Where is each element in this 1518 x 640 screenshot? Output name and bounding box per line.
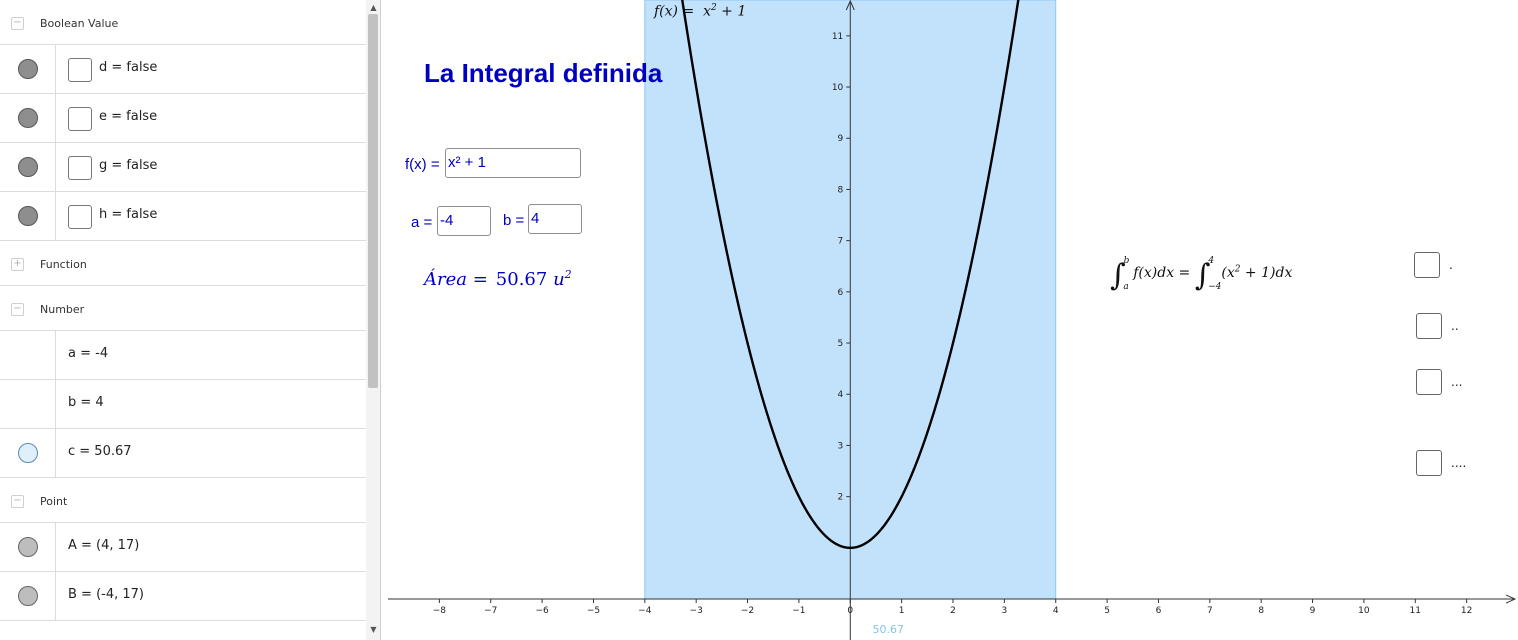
graphics-view[interactable]: −8 −7 −6 −5 −4 −3 −2 −1 0 1 2 3 4 5 6 7 8 9 10 11 12 2 3 4 5 6 7 8 9… [382, 0, 1518, 640]
x-tick-label: 10 [1358, 606, 1370, 616]
expand-icon[interactable]: + [11, 258, 24, 271]
x-tick-label: 8 [1258, 606, 1264, 616]
algebra-item-text: e = false [99, 109, 158, 124]
visibility-toggle-icon[interactable] [18, 157, 38, 177]
checkbox-1[interactable] [1414, 252, 1440, 278]
x-tick-label: −6 [535, 606, 549, 616]
algebra-item-text: a = -4 [68, 346, 109, 361]
algebra-item-text: c = 50.67 [68, 444, 132, 459]
area-value-label: 50.67 [873, 623, 905, 636]
x-tick-label: −7 [484, 606, 497, 616]
visibility-toggle-icon[interactable] [18, 206, 38, 226]
algebra-row-c[interactable]: c = 50.67 [0, 429, 366, 478]
algebra-row-a[interactable]: a = -4 [0, 331, 366, 380]
checkbox-1-label: . [1449, 258, 1453, 272]
boolean-checkbox[interactable] [68, 156, 92, 180]
x-tick-label: 4 [1053, 606, 1059, 616]
visibility-toggle-icon[interactable] [18, 586, 38, 606]
scroll-up-icon[interactable]: ▲ [368, 3, 379, 13]
scroll-down-icon[interactable]: ▼ [368, 625, 379, 635]
checkbox-3-label: ... [1451, 375, 1463, 389]
group-label: Function [40, 258, 87, 271]
y-tick-label: 4 [838, 390, 844, 400]
a-input-label: a = [411, 214, 433, 231]
algebra-row-A[interactable]: A = (4, 17) [0, 523, 366, 572]
x-tick-label: 0 [847, 606, 853, 616]
checkbox-4[interactable] [1416, 450, 1442, 476]
a-input[interactable]: -4 [437, 206, 491, 236]
group-label: Point [40, 495, 68, 508]
scroll-thumb[interactable] [368, 14, 378, 388]
x-tick-label: 11 [1410, 606, 1421, 616]
algebra-row-B[interactable]: B = (-4, 17) [0, 572, 366, 621]
algebra-row-h[interactable]: h = false [0, 192, 366, 241]
x-tick-label: −4 [638, 606, 652, 616]
boolean-checkbox[interactable] [68, 107, 92, 131]
algebra-scrollbar[interactable]: ▲ ▼ [366, 0, 380, 640]
algebra-item-text: B = (-4, 17) [68, 587, 144, 602]
visibility-toggle-icon[interactable] [18, 443, 38, 463]
x-tick-label: 6 [1156, 606, 1162, 616]
algebra-row-d[interactable]: d = false [0, 45, 366, 94]
y-tick-label: 3 [838, 441, 844, 451]
fx-input[interactable]: x² + 1 [445, 148, 581, 178]
b-input-label: b = [503, 212, 525, 229]
group-header-number[interactable]: − Number [0, 286, 366, 331]
x-tick-label: −2 [741, 606, 754, 616]
visibility-toggle-icon[interactable] [18, 537, 38, 557]
fx-input-label: f(x) = [405, 156, 440, 173]
group-label: Number [40, 303, 85, 316]
y-tick-label: 2 [838, 493, 844, 503]
x-tick-label: 3 [1001, 606, 1007, 616]
x-tick-label: 1 [899, 606, 905, 616]
integral-formula: ∫ba f(x)dx = ∫4−4(x2 + 1)dx [1110, 256, 1293, 293]
page-title: La Integral definida [424, 58, 663, 88]
algebra-item-text: g = false [99, 158, 158, 173]
collapse-icon[interactable]: − [11, 303, 24, 316]
x-tick-label: 7 [1207, 606, 1213, 616]
visibility-toggle-icon[interactable] [18, 59, 38, 79]
y-tick-label: 6 [838, 288, 844, 298]
collapse-icon[interactable]: − [11, 17, 24, 30]
algebra-item-text: h = false [99, 207, 158, 222]
algebra-row-b[interactable]: b = 4 [0, 380, 366, 429]
algebra-view: − Boolean Value d = false e = false g = … [0, 0, 381, 640]
boolean-checkbox[interactable] [68, 58, 92, 82]
x-tick-label: −3 [690, 606, 703, 616]
x-tick-label: −8 [433, 606, 447, 616]
y-tick-label: 7 [838, 237, 844, 247]
collapse-icon[interactable]: − [11, 495, 24, 508]
group-label: Boolean Value [40, 17, 119, 30]
boolean-checkbox[interactable] [68, 205, 92, 229]
algebra-item-text: d = false [99, 60, 158, 75]
y-tick-label: 11 [832, 32, 843, 42]
group-header-point[interactable]: − Point [0, 478, 366, 523]
y-tick-label: 10 [832, 83, 844, 93]
checkbox-4-label: .... [1451, 456, 1467, 470]
x-tick-label: 2 [950, 606, 956, 616]
y-tick-label: 8 [838, 185, 844, 195]
y-tick-label: 5 [838, 339, 844, 349]
function-plot[interactable]: −8 −7 −6 −5 −4 −3 −2 −1 0 1 2 3 4 5 6 7 8 9 10 11 1223456789… [382, 0, 1518, 640]
x-tick-label: 12 [1461, 606, 1472, 616]
algebra-item-text: A = (4, 17) [68, 538, 140, 553]
curve-label: f(x) = x2 + 1 [654, 3, 747, 20]
algebra-row-e[interactable]: e = false [0, 94, 366, 143]
algebra-item-text: b = 4 [68, 395, 104, 410]
checkbox-2-label: .. [1451, 319, 1459, 333]
x-tick-label: −1 [792, 606, 805, 616]
x-tick-label: 9 [1310, 606, 1316, 616]
checkbox-2[interactable] [1416, 313, 1442, 339]
b-input[interactable]: 4 [528, 204, 582, 234]
group-header-boolean[interactable]: − Boolean Value [0, 0, 366, 45]
area-result: Área = 50.67 u2 [424, 268, 572, 290]
group-header-function[interactable]: + Function [0, 241, 366, 286]
y-tick-label: 9 [838, 134, 844, 144]
x-tick-label: 5 [1104, 606, 1110, 616]
checkbox-3[interactable] [1416, 369, 1442, 395]
visibility-toggle-icon[interactable] [18, 108, 38, 128]
algebra-row-g[interactable]: g = false [0, 143, 366, 192]
x-tick-label: −5 [587, 606, 600, 616]
